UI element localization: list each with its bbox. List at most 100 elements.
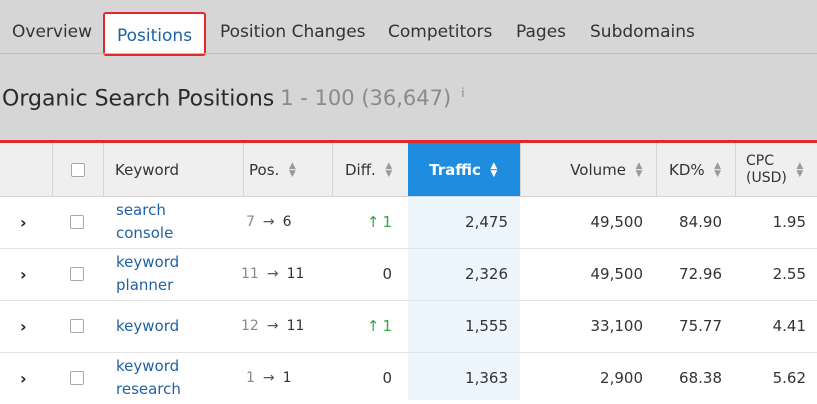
header-select-all-cell: [52, 143, 103, 196]
keyword-line2: planner: [116, 276, 174, 294]
header-traffic-label: Traffic: [429, 160, 481, 179]
header-diff[interactable]: Diff. ▲ ▼: [332, 143, 408, 196]
sort-icon[interactable]: ▲ ▼: [713, 161, 723, 178]
keyword-line2: research: [116, 380, 181, 398]
tab-position-changes[interactable]: Position Changes: [220, 8, 366, 56]
table-row: › keyword 12 → 11 ↑ 1 1,555 33,100 75.77 4.…: [0, 300, 817, 353]
header-area: Overview Positions Position Changes Comp…: [0, 0, 817, 140]
header-kd-label: KD%: [669, 160, 705, 179]
kd-value: 84.90: [679, 213, 722, 231]
volume-value: 49,500: [590, 213, 644, 231]
header-keyword[interactable]: Keyword: [103, 143, 243, 196]
page-title: Organic Search Positions 1 - 100 (36,647)…: [2, 86, 465, 111]
arrow-up-icon: ↑: [366, 213, 380, 231]
row-checkbox-cell: [70, 300, 84, 352]
row-checkbox[interactable]: [70, 267, 84, 281]
keyword-line1: keyword: [116, 357, 180, 375]
keyword-text: keyword research: [116, 355, 181, 401]
tab-positions[interactable]: Positions: [103, 12, 207, 56]
tab-overview[interactable]: Overview: [12, 8, 92, 56]
volume-value: 2,900: [600, 369, 643, 387]
row-checkbox-cell: [70, 196, 84, 248]
diff-value: 1: [382, 317, 392, 335]
row-checkbox[interactable]: [70, 215, 84, 229]
header-cpc[interactable]: CPC (USD) ▲ ▼: [735, 143, 817, 196]
header-cpc-line1: CPC: [746, 152, 774, 169]
keyword-text: search console: [116, 199, 173, 245]
volume-value: 49,500: [590, 265, 644, 283]
diff-cell: ↑ 1: [340, 196, 392, 248]
keyword-link[interactable]: search console: [116, 196, 173, 248]
tab-competitors[interactable]: Competitors: [388, 8, 492, 56]
current-position: 11: [286, 318, 305, 334]
row-checkbox-cell: [70, 352, 84, 404]
header-volume[interactable]: Volume ▲ ▼: [520, 143, 656, 196]
header-traffic[interactable]: Traffic ▲ ▼: [408, 143, 520, 196]
tab-bar: Overview Positions Position Changes Comp…: [0, 8, 817, 56]
traffic-value: 2,326: [465, 265, 508, 283]
row-checkbox-cell: [70, 248, 84, 300]
chevron-right-icon[interactable]: ›: [20, 352, 27, 404]
cpc-value: 4.41: [772, 317, 806, 335]
tabs-divider: [0, 53, 817, 54]
arrow-right-icon: →: [266, 266, 279, 282]
traffic-value: 1,363: [465, 369, 508, 387]
info-icon[interactable]: i: [461, 86, 464, 100]
arrow-right-icon: →: [262, 370, 275, 386]
previous-position: 1: [246, 370, 255, 386]
row-checkbox[interactable]: [70, 319, 84, 333]
header-volume-label: Volume: [570, 160, 626, 179]
previous-position: 11: [241, 266, 259, 282]
traffic-value: 2,475: [465, 213, 508, 231]
header-keyword-label: Keyword: [115, 160, 180, 179]
header-diff-label: Diff.: [345, 160, 376, 179]
position-cell: 12 → 11: [241, 300, 304, 352]
position-cell: 1 → 1: [246, 352, 292, 404]
keyword-link[interactable]: keyword: [116, 300, 179, 352]
position-cell: 7 → 6: [246, 196, 292, 248]
header-cpc-label: CPC (USD): [746, 153, 787, 187]
chevron-right-icon[interactable]: ›: [20, 196, 27, 248]
sort-icon[interactable]: ▲ ▼: [489, 161, 499, 178]
sort-icon[interactable]: ▲ ▼: [795, 161, 805, 178]
header-pos-label: Pos.: [249, 160, 280, 179]
tab-subdomains[interactable]: Subdomains: [590, 8, 695, 56]
select-all-checkbox[interactable]: [71, 162, 85, 177]
keyword-line1: search: [116, 201, 166, 219]
sort-icon[interactable]: ▲ ▼: [287, 161, 297, 178]
tab-pages[interactable]: Pages: [516, 8, 566, 56]
table-row: › keyword planner 11 → 11 0 2,326 49,500 72…: [0, 248, 817, 301]
results-range: 1 - 100 (36,647): [280, 86, 452, 111]
page-title-text: Organic Search Positions: [2, 86, 275, 112]
diff-cell: 0: [340, 248, 392, 300]
current-position: 1: [282, 370, 292, 386]
arrow-right-icon: →: [266, 318, 279, 334]
row-checkbox[interactable]: [70, 371, 84, 385]
kd-value: 75.77: [679, 317, 722, 335]
diff-value: 1: [382, 213, 392, 231]
position-cell: 11 → 11: [241, 248, 304, 300]
cpc-value: 2.55: [772, 265, 806, 283]
table-row: › search console 7 → 6 ↑ 1 2,475 49,500 84.9…: [0, 196, 817, 249]
arrow-up-icon: ↑: [366, 317, 380, 335]
previous-position: 12: [241, 318, 259, 334]
keyword-link[interactable]: keyword research: [116, 352, 181, 404]
arrow-right-icon: →: [262, 214, 275, 230]
table-row: › keyword research 1 → 1 0 1,363 2,900 68.3…: [0, 352, 817, 404]
sort-icon[interactable]: ▲ ▼: [634, 161, 644, 178]
previous-position: 7: [246, 214, 255, 230]
chevron-right-icon[interactable]: ›: [20, 300, 27, 352]
header-pos[interactable]: Pos. ▲ ▼: [243, 143, 332, 196]
header-cpc-line2: (USD): [746, 169, 787, 186]
kd-value: 72.96: [679, 265, 722, 283]
chevron-right-icon[interactable]: ›: [20, 248, 27, 300]
diff-cell: 0: [340, 352, 392, 404]
diff-cell: ↑ 1: [340, 300, 392, 352]
header-kd[interactable]: KD% ▲ ▼: [656, 143, 735, 196]
keyword-link[interactable]: keyword planner: [116, 248, 179, 300]
sort-icon[interactable]: ▲ ▼: [384, 161, 394, 178]
table-header: Keyword Pos. ▲ ▼ Diff. ▲ ▼ Traffic ▲ ▼ Volume ▲…: [0, 143, 817, 197]
cpc-value: 5.62: [772, 369, 806, 387]
keyword-line2: console: [116, 224, 174, 242]
current-position: 11: [286, 266, 305, 282]
